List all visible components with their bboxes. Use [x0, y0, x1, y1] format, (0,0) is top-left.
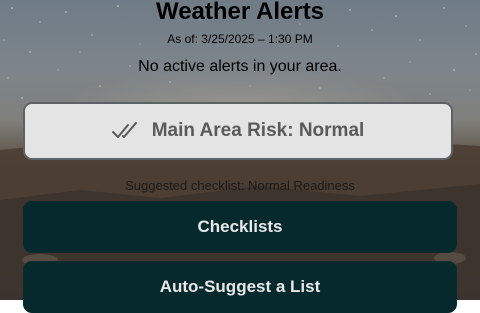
suggested-checklist-text: Suggested checklist: Normal Readiness — [125, 178, 355, 193]
page-title: Weather Alerts — [155, 0, 325, 25]
risk-status-label: Main Area Risk: Normal — [151, 120, 365, 141]
last-updated-timestamp: As of: 3/25/2025 – 1:30 PM — [167, 32, 313, 46]
double-checkmark-icon — [111, 122, 142, 140]
auto-suggest-list-button[interactable]: Auto-Suggest a List — [23, 261, 457, 313]
risk-status-card: Main Area Risk: Normal — [23, 102, 453, 160]
checklists-button[interactable]: Checklists — [23, 201, 457, 253]
alert-status-message: No active alerts in your area. — [138, 58, 342, 75]
